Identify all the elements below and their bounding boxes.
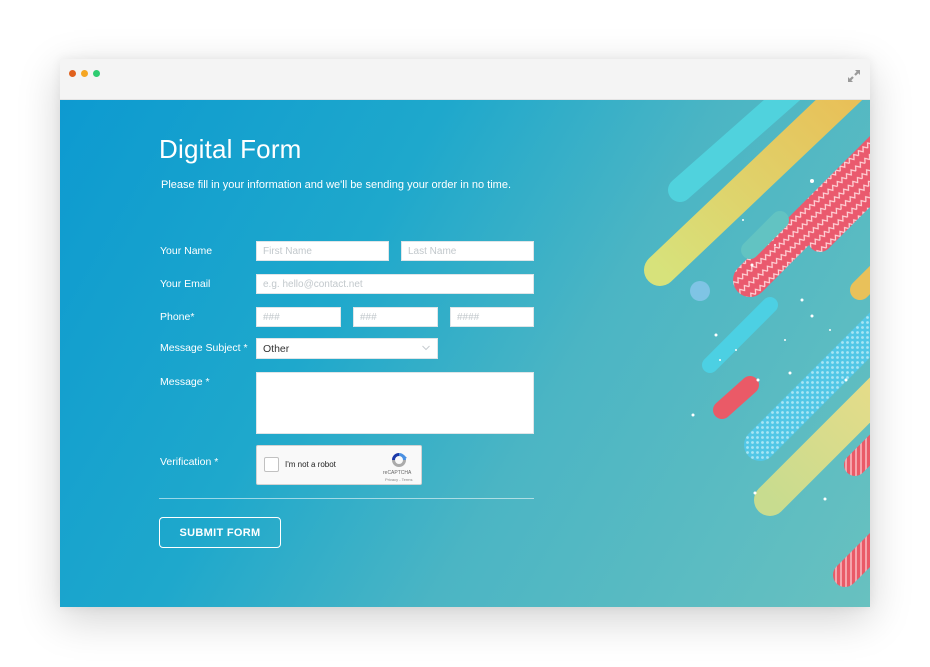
minimize-dot[interactable]	[81, 70, 88, 77]
recaptcha-brand: reCAPTCHA	[383, 470, 412, 476]
maximize-dot[interactable]	[93, 70, 100, 77]
recaptcha-widget: I'm not a robot reCAPTCHA Privacy - Term…	[256, 445, 422, 485]
email-input[interactable]	[256, 274, 534, 294]
recaptcha-checkbox[interactable]	[264, 457, 279, 472]
page-subtitle: Please fill in your information and we'l…	[161, 179, 512, 191]
name-label: Your Name	[160, 245, 213, 257]
first-name-input[interactable]	[256, 241, 389, 261]
recaptcha-logo-icon	[392, 453, 407, 467]
expand-arrows-icon[interactable]	[846, 68, 862, 84]
page-title: Digital Form	[159, 134, 302, 164]
subject-label: Message Subject *	[160, 342, 248, 354]
form-divider	[159, 498, 534, 499]
close-dot[interactable]	[69, 70, 76, 77]
phone-prefix-input[interactable]	[353, 307, 438, 327]
recaptcha-privacy-terms-link[interactable]: Privacy - Terms	[385, 477, 412, 482]
last-name-input[interactable]	[401, 241, 534, 261]
window-titlebar	[60, 59, 870, 100]
browser-window: Digital Form Please fill in your informa…	[60, 59, 870, 607]
email-label: Your Email	[160, 278, 211, 290]
subject-select[interactable]: Other	[256, 338, 438, 359]
chevron-down-icon	[422, 345, 430, 351]
phone-label: Phone*	[160, 311, 195, 323]
phone-area-input[interactable]	[256, 307, 341, 327]
message-label: Message *	[160, 376, 210, 388]
subject-selected-value: Other	[263, 343, 290, 355]
recaptcha-checkbox-label: I'm not a robot	[285, 460, 336, 469]
verification-label: Verification *	[160, 456, 219, 468]
message-textarea[interactable]	[256, 372, 534, 434]
submit-form-button[interactable]: SUBMIT FORM	[159, 517, 281, 548]
phone-line-input[interactable]	[450, 307, 534, 327]
form-page: Digital Form Please fill in your informa…	[60, 100, 870, 607]
